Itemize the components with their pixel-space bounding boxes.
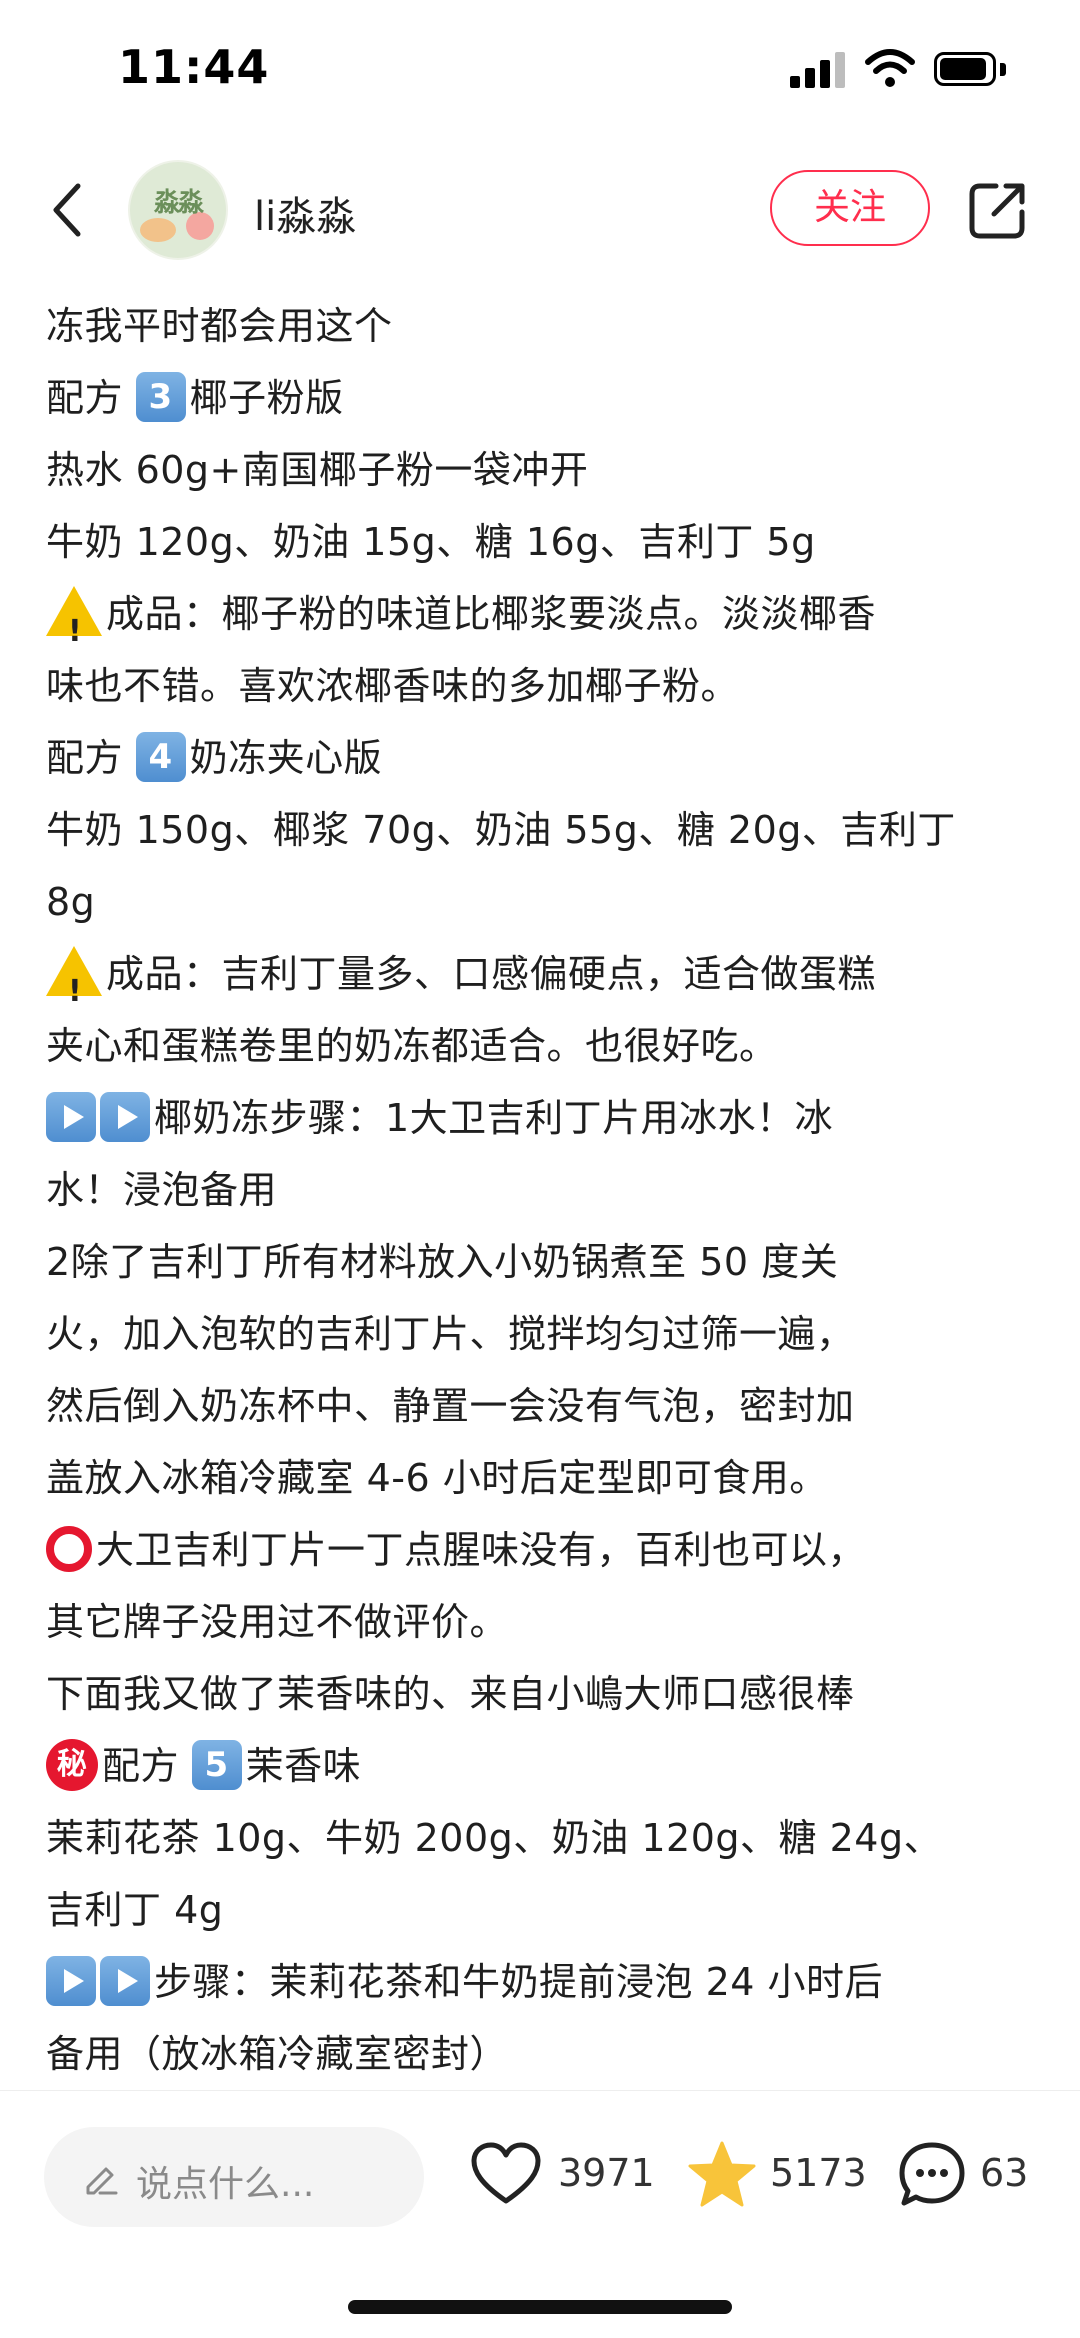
- content-line-warning: ! 成品：吉利丁量多、口感偏硬点，适合做蛋糕: [46, 938, 1046, 1010]
- avatar[interactable]: 淼淼: [128, 160, 228, 260]
- warning-icon: !: [46, 585, 102, 649]
- content-text: 成品：吉利丁量多、口感偏硬点，适合做蛋糕: [106, 952, 877, 996]
- content-line: 下面我又做了茉香味的、来自小嶋大师口感很棒: [46, 1672, 855, 1716]
- content-text: 大卫吉利丁片一丁点腥味没有，百利也可以，: [96, 1528, 867, 1572]
- content-line: 8g: [46, 880, 96, 924]
- home-indicator: [348, 2300, 732, 2314]
- comment-count: 63: [980, 2151, 1029, 2195]
- play-icon: [46, 1091, 96, 1142]
- recipe-5-title: 茉香味: [245, 1744, 362, 1788]
- warning-icon: !: [46, 945, 102, 1009]
- comment-icon: [899, 2142, 965, 2206]
- keycap-5-icon: 5: [191, 1739, 242, 1790]
- share-icon[interactable]: [966, 178, 1030, 242]
- content-line-warning: ! 成品：椰子粉的味道比椰浆要淡点。淡淡椰香: [46, 578, 1046, 650]
- favorite-button[interactable]: 5173: [686, 2135, 867, 2215]
- recipe-4-prefix: 配方: [46, 736, 136, 780]
- recipe-4-heading: 配方 4 奶冻夹心版: [46, 722, 1046, 794]
- content-line: 牛奶 120g、奶油 15g、糖 16g、吉利丁 5g: [46, 520, 816, 564]
- author-name[interactable]: li淼淼: [254, 184, 356, 242]
- pencil-icon: [86, 2167, 118, 2195]
- content-line-steps: 步骤：茉莉花茶和牛奶提前浸泡 24 小时后: [46, 1946, 1046, 2018]
- like-count: 3971: [558, 2151, 655, 2195]
- avatar-text: 淼淼: [153, 188, 204, 218]
- content-text: 步骤：茉莉花茶和牛奶提前浸泡 24 小时后: [154, 1960, 884, 2004]
- recipe-3-title: 椰子粉版: [189, 376, 344, 420]
- wifi-icon: [865, 49, 915, 87]
- status-bar: 11:44: [0, 0, 1080, 140]
- content-line: 冻我平时都会用这个: [46, 304, 393, 348]
- play-icon: [100, 1955, 150, 2006]
- content-line: 备用（放冰箱冷藏室密封）: [46, 2032, 509, 2076]
- content-line: 夹心和蛋糕卷里的奶冻都适合。也很好吃。: [46, 1024, 778, 1068]
- content-line: 吉利丁 4g: [46, 1888, 224, 1932]
- content-line: 味也不错。喜欢浓椰香味的多加椰子粉。: [46, 664, 740, 708]
- comment-button[interactable]: 63: [896, 2135, 1056, 2215]
- battery-icon: [934, 52, 1008, 88]
- content-line: 然后倒入奶冻杯中、静置一会没有气泡，密封加: [46, 1384, 855, 1428]
- recipe-3-heading: 配方 3 椰子粉版: [46, 362, 1046, 434]
- recipe-5-heading: 秘配方 5 茉香味: [46, 1730, 1046, 1802]
- keycap-3-icon: 3: [135, 371, 186, 422]
- content-line: 2除了吉利丁所有材料放入小奶锅煮至 50 度关: [46, 1240, 839, 1284]
- secret-icon: 秘: [46, 1738, 98, 1791]
- post-content: 冻我平时都会用这个 配方 3 椰子粉版 热水 60g+南国椰子粉一袋冲开 牛奶 1…: [46, 290, 1046, 2090]
- comment-placeholder: 说点什么...: [136, 2164, 315, 2205]
- recipe-3-prefix: 配方: [46, 376, 136, 420]
- comment-input[interactable]: 说点什么...: [44, 2127, 424, 2227]
- content-line-steps: 椰奶冻步骤：1大卫吉利丁片用冰水！冰: [46, 1082, 1046, 1154]
- recipe-4-title: 奶冻夹心版: [189, 736, 383, 780]
- content-line: 其它牌子没用过不做评价。: [46, 1600, 509, 1644]
- content-line: 水！浸泡备用: [46, 1168, 278, 1212]
- like-button[interactable]: 3971: [470, 2135, 655, 2215]
- content-line: 热水 60g+南国椰子粉一袋冲开: [46, 448, 589, 492]
- content-text: 成品：椰子粉的味道比椰浆要淡点。淡淡椰香: [106, 592, 877, 636]
- heart-icon: [471, 2142, 541, 2204]
- content-line: 盖放入冰箱冷藏室 4-6 小时后定型即可食用。: [46, 1456, 828, 1500]
- play-icon: [100, 1091, 150, 1142]
- content-line: 牛奶 150g、椰浆 70g、奶油 55g、糖 20g、吉利丁: [46, 808, 956, 852]
- status-time: 11:44: [118, 40, 270, 94]
- post-header: 淼淼 li淼淼 关注: [0, 150, 1080, 270]
- red-circle-icon: [46, 1525, 92, 1572]
- favorite-count: 5173: [770, 2151, 867, 2195]
- content-line: 火，加入泡软的吉利丁片、搅拌均匀过筛一遍，: [46, 1312, 855, 1356]
- star-icon: [688, 2141, 756, 2207]
- back-icon[interactable]: [40, 180, 100, 240]
- content-line: 茉莉花茶 10g、牛奶 200g、奶油 120g、糖 24g、: [46, 1816, 943, 1860]
- play-icon: [46, 1955, 96, 2006]
- content-line-note: 大卫吉利丁片一丁点腥味没有，百利也可以，: [46, 1514, 1046, 1586]
- follow-button[interactable]: 关注: [770, 170, 930, 246]
- recipe-5-prefix: 配方: [102, 1744, 192, 1788]
- keycap-4-icon: 4: [135, 731, 186, 782]
- content-text: 椰奶冻步骤：1大卫吉利丁片用冰水！冰: [154, 1096, 834, 1140]
- signal-icon: [790, 52, 846, 88]
